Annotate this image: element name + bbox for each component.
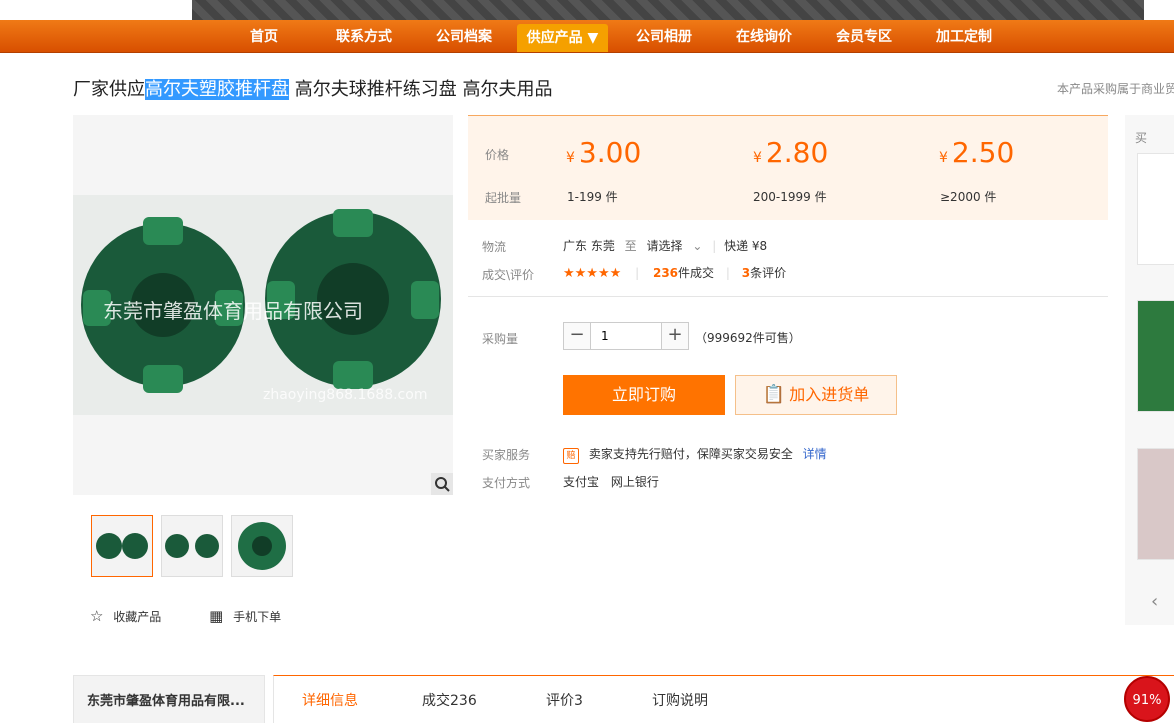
nav-company-profile[interactable]: 公司档案 (424, 20, 504, 52)
plus-button[interactable]: + (661, 323, 688, 349)
main-image[interactable]: 东莞市肇盈体育用品有限公司 zhaoying868.1688.com (73, 115, 453, 495)
divider (468, 296, 1108, 297)
ship-from: 广东 东莞 (563, 239, 615, 253)
star-outline-icon[interactable]: ☆ (90, 607, 103, 625)
detail-tabs: 详细信息 成交236 评价3 订购说明 (273, 675, 1174, 723)
deals-row: ★★★★★ | 236件成交 | 3条评价 (563, 264, 786, 281)
tab-reviews[interactable]: 评价3 (546, 690, 583, 710)
purchase-notice: 本产品采购属于商业贸 (1057, 82, 1174, 96)
title-highlighted: 高尔夫塑胶推杆盘 (145, 79, 289, 100)
service-row: 赔 卖家支持先行赔付，保障买家交易安全 详情 (563, 445, 827, 464)
title-prefix: 厂家供应 (73, 79, 145, 100)
minus-button[interactable]: − (564, 323, 591, 349)
nav-products[interactable]: 供应产品 ▼ (517, 24, 608, 52)
moq-label: 起批量 (485, 191, 522, 205)
shield-icon: 赔 (563, 448, 579, 464)
top-banner (192, 0, 1144, 20)
express-fee: 快递 ¥8 (724, 239, 768, 253)
image-watermark-url: zhaoying868.1688.com (263, 387, 428, 403)
sidebar-title: 买 (1135, 131, 1148, 145)
thumbnail-3[interactable] (231, 515, 293, 577)
qty-tier-2: 200-1999 件 (753, 190, 827, 204)
price-value: 2.50 (951, 136, 1015, 169)
separator: | (635, 266, 640, 280)
service-text: 卖家支持先行赔付，保障买家交易安全 (588, 447, 793, 461)
currency-symbol: ¥ (939, 150, 948, 166)
zoom-icon[interactable] (431, 473, 453, 495)
price-label: 价格 (485, 148, 510, 162)
logistics-label: 物流 (482, 240, 507, 254)
mobile-order-link[interactable]: 手机下单 (233, 610, 281, 624)
currency-symbol: ¥ (753, 150, 762, 166)
add-to-cart-button[interactable]: 📋 加入进货单 (735, 375, 897, 415)
destination-select[interactable]: 请选择 (647, 239, 683, 253)
review-count[interactable]: 3 (742, 266, 750, 280)
price-value: 2.80 (765, 136, 829, 169)
chevron-down-icon[interactable]: ⌄ (692, 239, 702, 253)
deals-label: 成交\评价 (482, 268, 535, 282)
add-cart-label: 加入进货单 (789, 385, 870, 404)
quantity-label: 采购量 (482, 332, 519, 346)
related-item-3[interactable] (1137, 448, 1174, 560)
nav-inquiry[interactable]: 在线询价 (724, 20, 804, 52)
clipboard-icon: 📋 (762, 384, 786, 405)
payment-methods: 支付宝 网上银行 (563, 473, 659, 490)
quantity-stepper: − + (563, 322, 689, 350)
currency-symbol: ¥ (566, 150, 575, 166)
payment-online-bank: 网上银行 (610, 475, 659, 489)
service-label: 买家服务 (482, 448, 531, 462)
image-watermark: 东莞市肇盈体育用品有限公司 (103, 299, 363, 323)
separator: | (712, 239, 717, 253)
separator: | (725, 266, 730, 280)
review-suffix: 条评价 (750, 266, 787, 280)
chevron-left-icon[interactable]: ‹ (1151, 591, 1158, 612)
price-tier-3: ¥2.50 (939, 136, 1014, 169)
price-panel: 价格 起批量 ¥3.00 1-199 件 ¥2.80 200-1999 件 ¥2… (468, 115, 1108, 220)
payment-label: 支付方式 (482, 476, 531, 490)
nav-contact[interactable]: 联系方式 (324, 20, 404, 52)
logistics-row: 广东 东莞 至 请选择 ⌄ | 快递 ¥8 (563, 237, 767, 254)
qty-tier-1: 1-199 件 (567, 190, 618, 204)
service-details-link[interactable]: 详情 (803, 447, 827, 461)
deal-count[interactable]: 236 (653, 266, 678, 280)
company-card: 东莞市肇盈体育用品有限... (73, 675, 265, 723)
left-actions: ☆ 收藏产品 ▦ 手机下单 (90, 607, 281, 625)
qr-icon[interactable]: ▦ (209, 607, 223, 625)
nav-album[interactable]: 公司相册 (624, 20, 704, 52)
price-value: 3.00 (578, 136, 642, 169)
related-item-1[interactable] (1137, 153, 1174, 265)
buy-now-button[interactable]: 立即订购 (563, 375, 725, 415)
stock-available: （999692件可售） (695, 331, 801, 345)
product-title: 厂家供应高尔夫塑胶推杆盘 高尔夫球推杆练习盘 高尔夫用品 (73, 75, 552, 101)
price-tier-1: ¥3.00 (566, 136, 641, 169)
related-sidebar: 买 ‹ (1125, 115, 1174, 625)
progress-badge[interactable]: 91% (1124, 676, 1170, 722)
nav-home[interactable]: 首页 (238, 20, 290, 52)
tab-details[interactable]: 详细信息 (302, 690, 358, 710)
thumbnail-2[interactable] (161, 515, 223, 577)
thumbnail-1[interactable] (91, 515, 153, 577)
deal-suffix: 件成交 (678, 266, 715, 280)
company-name[interactable]: 东莞市肇盈体育用品有限... (87, 690, 245, 709)
qty-tier-3: ≥2000 件 (940, 190, 997, 204)
price-tier-2: ¥2.80 (753, 136, 828, 169)
quantity-input[interactable] (591, 323, 659, 349)
ship-to-word: 至 (624, 239, 637, 253)
rating-stars: ★★★★★ (563, 266, 622, 281)
favorite-link[interactable]: 收藏产品 (113, 610, 161, 624)
title-suffix: 高尔夫球推杆练习盘 高尔夫用品 (289, 79, 553, 100)
payment-alipay: 支付宝 (563, 475, 600, 489)
nav-custom[interactable]: 加工定制 (924, 20, 1004, 52)
tab-order-info[interactable]: 订购说明 (652, 690, 708, 710)
product-photo: 东莞市肇盈体育用品有限公司 zhaoying868.1688.com (73, 195, 453, 415)
main-nav: 首页 联系方式 公司档案 供应产品 ▼ 公司相册 在线询价 会员专区 加工定制 (0, 20, 1174, 53)
nav-members[interactable]: 会员专区 (824, 20, 904, 52)
related-item-2[interactable] (1137, 300, 1174, 412)
tab-deals[interactable]: 成交236 (422, 690, 477, 710)
